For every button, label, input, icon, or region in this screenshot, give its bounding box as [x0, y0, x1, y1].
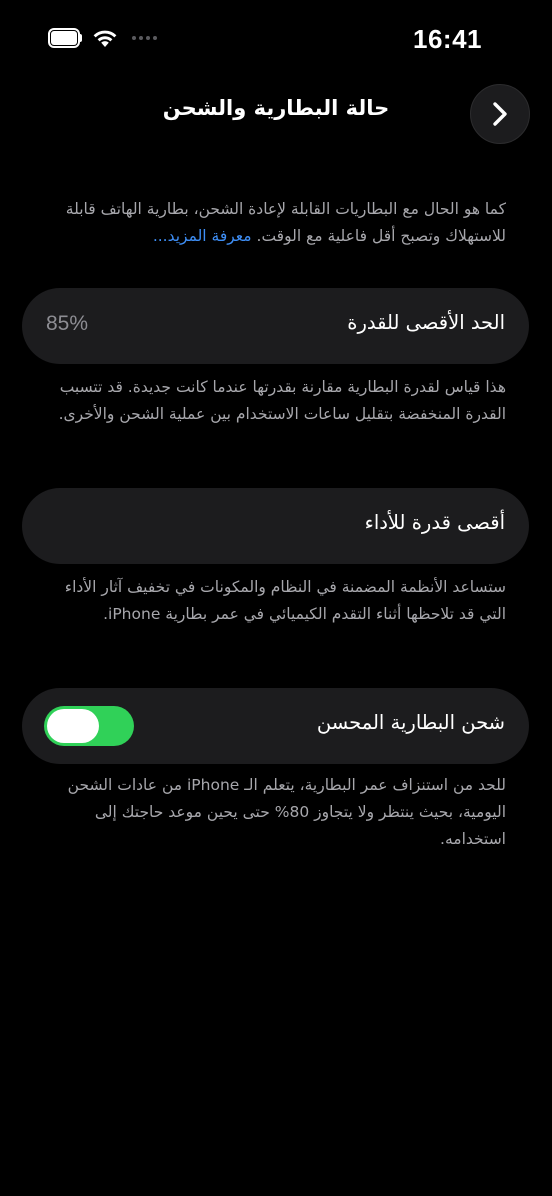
navigation-bar: حالة البطارية والشحن [0, 80, 552, 146]
optimized-charging-label: شحن البطارية المحسن [316, 711, 505, 734]
intro-description: كما هو الحال مع البطاريات القابلة لإعادة… [36, 196, 506, 250]
max-capacity-value: 85% [46, 312, 89, 335]
peak-performance-description: ستساعد الأنظمة المضمنة في النظام والمكون… [64, 578, 506, 623]
wifi-icon [93, 30, 117, 47]
chevron-right-icon [493, 102, 507, 126]
optimized-charging-toggle[interactable] [44, 706, 134, 746]
back-button[interactable] [470, 84, 530, 144]
battery-icon [48, 28, 82, 48]
status-time: 16:41 [413, 24, 482, 54]
peak-performance-cell: أقصى قدرة للأداء [22, 488, 529, 564]
peak-performance-label: أقصى قدرة للأداء [364, 511, 505, 534]
status-icons [48, 28, 157, 48]
toggle-knob [47, 709, 99, 743]
max-capacity-description: هذا قياس لقدرة البطارية مقارنة بقدرتها ع… [58, 378, 506, 423]
max-capacity-cell: الحد الأقصى للقدرة 85% [22, 288, 529, 364]
optimized-charging-description: للحد من استنزاف عمر البطارية، يتعلم الـ … [67, 776, 506, 848]
intro-text: كما هو الحال مع البطاريات القابلة لإعادة… [65, 200, 506, 245]
optimized-charging-cell: شحن البطارية المحسن [22, 688, 529, 764]
learn-more-link[interactable]: معرفة المزيد... [153, 227, 252, 245]
max-capacity-label: الحد الأقصى للقدرة [347, 311, 505, 334]
cellular-signal-icon [132, 36, 157, 40]
status-bar: 16:41 [0, 0, 552, 80]
